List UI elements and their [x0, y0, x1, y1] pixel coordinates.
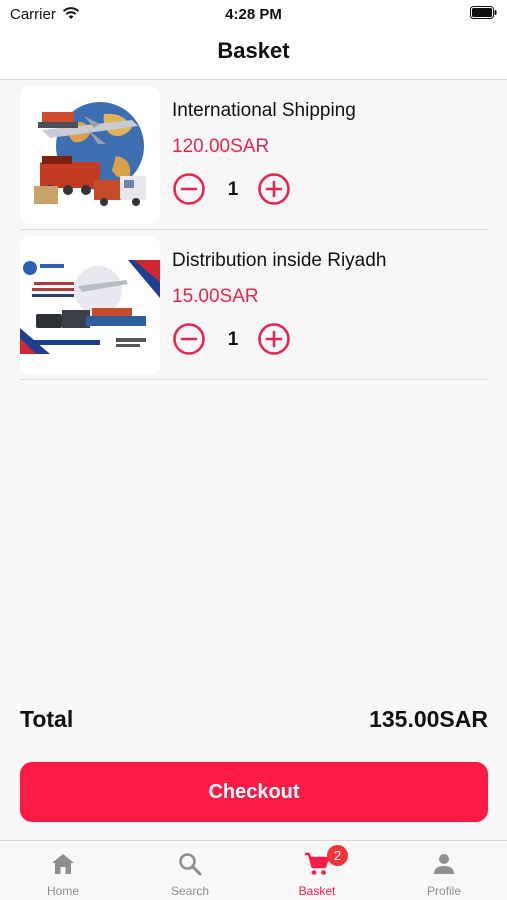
- cart-badge: 2: [327, 845, 348, 866]
- quantity-value: 1: [227, 329, 239, 350]
- tab-label: Profile: [426, 884, 461, 898]
- checkout-button[interactable]: Checkout: [20, 762, 488, 822]
- tab-label: Search: [170, 884, 210, 898]
- shipping-collage-image: [20, 86, 160, 224]
- decrease-quantity-button[interactable]: [172, 322, 206, 356]
- total-value: 135.00SAR: [369, 706, 488, 732]
- item-title: Distribution inside Riyadh: [172, 250, 387, 271]
- basket-list: International Shipping 120.00SAR 1 Distr…: [20, 80, 488, 380]
- minus-circle-icon: [173, 323, 205, 355]
- quantity-stepper: 1: [172, 172, 302, 208]
- nav-bar: Basket: [0, 28, 507, 80]
- user-icon: [431, 851, 457, 877]
- quantity-stepper: 1: [172, 322, 302, 358]
- total-row: Total 135.00SAR: [20, 704, 488, 736]
- clock: 4:28 PM: [225, 6, 282, 23]
- minus-circle-icon: [173, 173, 205, 205]
- basket-item: Distribution inside Riyadh 15.00SAR 1: [20, 230, 488, 380]
- tab-profile[interactable]: Profile: [381, 841, 507, 900]
- decrease-quantity-button[interactable]: [172, 172, 206, 206]
- basket-item: International Shipping 120.00SAR 1: [20, 80, 488, 230]
- item-price: 120.00SAR: [172, 136, 270, 157]
- tab-search[interactable]: Search: [127, 841, 253, 900]
- item-price: 15.00SAR: [172, 286, 259, 307]
- plus-circle-icon: [258, 323, 290, 355]
- tab-label: Home: [46, 884, 79, 898]
- riyadh-distribution-flyer-image: [20, 236, 160, 374]
- tab-bar: Home Search 2 Basket Profile: [0, 840, 507, 900]
- status-bar: Carrier 4:28 PM: [0, 0, 507, 28]
- quantity-value: 1: [227, 179, 239, 200]
- battery-icon: [470, 6, 497, 19]
- increase-quantity-button[interactable]: [257, 172, 291, 206]
- increase-quantity-button[interactable]: [257, 322, 291, 356]
- item-title: International Shipping: [172, 100, 356, 121]
- home-icon: [50, 851, 76, 877]
- total-label: Total: [20, 706, 74, 732]
- tab-basket[interactable]: 2 Basket: [254, 841, 380, 900]
- tab-home[interactable]: Home: [0, 841, 126, 900]
- tab-label: Basket: [298, 884, 336, 898]
- page-title: Basket: [217, 38, 290, 63]
- search-icon: [177, 851, 203, 877]
- plus-circle-icon: [258, 173, 290, 205]
